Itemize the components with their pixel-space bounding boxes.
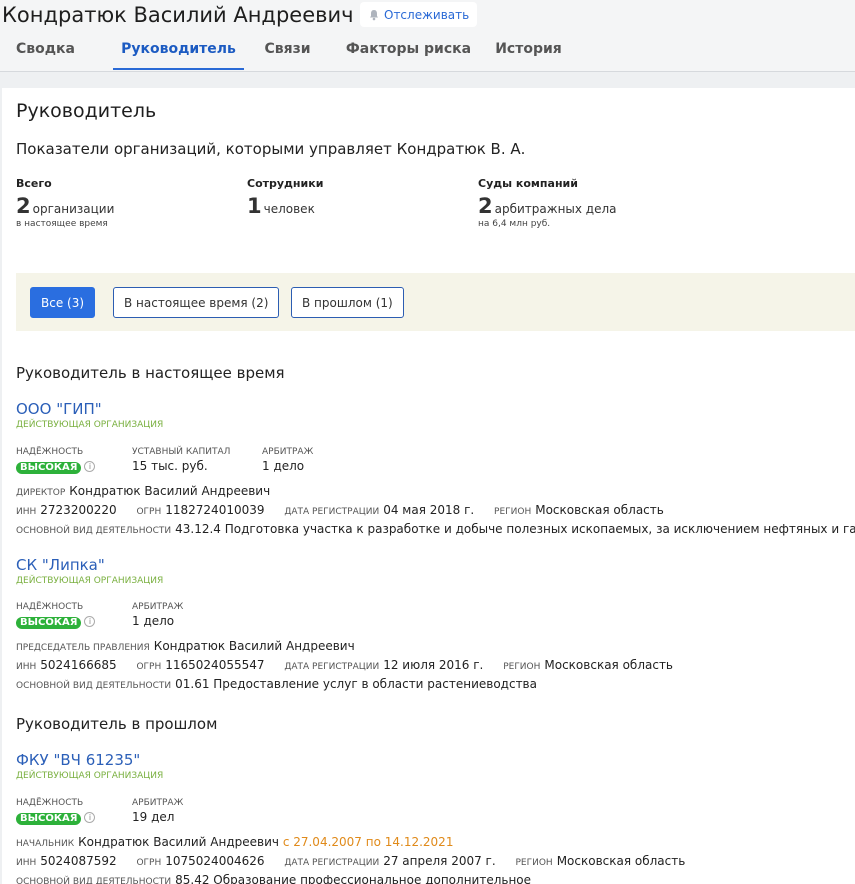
org-card: ФКУ "ВЧ 61235" ДЕЙСТВУЮЩАЯ ОРГАНИЗАЦИЯ Н… bbox=[16, 751, 855, 884]
content-panel: Руководитель Показатели организаций, кот… bbox=[2, 88, 855, 884]
stat-label: Суды компаний bbox=[478, 177, 578, 190]
reliability-label: НАДЁЖНОСТЬ bbox=[16, 602, 84, 612]
activity-label: ОСНОВНОЙ ВИД ДЕЯТЕЛЬНОСТИ bbox=[16, 681, 172, 691]
region-value: Московская область bbox=[535, 503, 664, 517]
stat-unit: арбитражных дела bbox=[494, 202, 617, 216]
filter-all-button[interactable]: Все (3) bbox=[30, 287, 96, 318]
section-title-past: Руководитель в прошлом bbox=[16, 715, 218, 733]
stat-number: 1 bbox=[247, 194, 262, 218]
page-header: Кондратюк Василий Андреевич Отслеживать … bbox=[0, 0, 855, 72]
inn-value: 5024166685 bbox=[40, 658, 117, 672]
role-label: ДИРЕКТОР bbox=[16, 488, 66, 498]
person-link[interactable]: Кондратюк Василий Андреевич bbox=[78, 835, 279, 849]
reg-date-value: 12 июля 2016 г. bbox=[383, 658, 484, 672]
page-title: Руководитель bbox=[16, 100, 157, 122]
org-status: ДЕЙСТВУЮЩАЯ ОРГАНИЗАЦИЯ bbox=[16, 420, 164, 430]
inn-label: ИНН bbox=[16, 858, 37, 868]
person-link[interactable]: Кондратюк Василий Андреевич bbox=[69, 484, 270, 498]
track-label: Отслеживать bbox=[384, 7, 470, 22]
role-label: НАЧАЛЬНИК bbox=[16, 839, 75, 849]
person-link[interactable]: Кондратюк Василий Андреевич bbox=[154, 639, 355, 653]
arbitration-label: АРБИТРАЖ bbox=[132, 798, 184, 808]
tab-summary[interactable]: Сводка bbox=[16, 37, 113, 70]
filter-past-button[interactable]: В прошлом (1) bbox=[291, 287, 404, 318]
reg-date-value: 27 апреля 2007 г. bbox=[383, 854, 496, 868]
activity-label: ОСНОВНОЙ ВИД ДЕЯТЕЛЬНОСТИ bbox=[16, 526, 172, 536]
info-icon[interactable]: i bbox=[84, 616, 96, 627]
bell-icon bbox=[370, 9, 378, 20]
filter-current-button[interactable]: В настоящее время (2) bbox=[113, 287, 280, 318]
region-label: РЕГИОН bbox=[515, 858, 553, 868]
org-status: ДЕЙСТВУЮЩАЯ ОРГАНИЗАЦИЯ bbox=[16, 771, 164, 781]
stat-note: на 6,4 млн руб. bbox=[478, 219, 551, 229]
tab-manager[interactable]: Руководитель bbox=[113, 37, 244, 70]
stat-number: 2 bbox=[16, 194, 31, 218]
ogrn-value: 1165024055547 bbox=[165, 658, 265, 672]
arbitration-value: 1 дело bbox=[132, 614, 175, 628]
capital-value: 15 тыс. руб. bbox=[132, 459, 208, 473]
ogrn-label: ОГРН bbox=[136, 662, 162, 672]
tab-connections[interactable]: Связи bbox=[244, 37, 331, 70]
activity-value: 85.42 Образование профессиональное допол… bbox=[175, 873, 532, 884]
stat-label: Сотрудники bbox=[247, 177, 324, 190]
org-status: ДЕЙСТВУЮЩАЯ ОРГАНИЗАЦИЯ bbox=[16, 576, 164, 586]
inn-label: ИНН bbox=[16, 662, 37, 672]
person-name: Кондратюк Василий Андреевич bbox=[2, 3, 354, 27]
ogrn-value: 1075024004626 bbox=[165, 854, 265, 868]
arbitration-value: 1 дело bbox=[262, 459, 305, 473]
region-label: РЕГИОН bbox=[503, 662, 541, 672]
org-name-link[interactable]: ФКУ "ВЧ 61235" bbox=[16, 751, 855, 769]
reg-date-value: 04 мая 2018 г. bbox=[383, 503, 475, 517]
org-name-link[interactable]: СК "Липка" bbox=[16, 556, 855, 574]
org-name-link[interactable]: ООО "ГИП" bbox=[16, 400, 855, 418]
stat-note: в настоящее время bbox=[16, 219, 108, 229]
ogrn-value: 1182724010039 bbox=[165, 503, 265, 517]
reg-date-label: ДАТА РЕГИСТРАЦИИ bbox=[284, 507, 380, 517]
activity-label: ОСНОВНОЙ ВИД ДЕЯТЕЛЬНОСТИ bbox=[16, 877, 172, 884]
capital-label: УСТАВНЫЙ КАПИТАЛ bbox=[132, 447, 231, 457]
stat-label: Всего bbox=[16, 177, 52, 190]
stat-unit: человек bbox=[263, 202, 315, 216]
filter-bar: Все (3) В настоящее время (2) В прошлом … bbox=[16, 273, 855, 331]
stat-total: Всего 2 организации в настоящее время bbox=[16, 177, 114, 229]
tab-risk-factors[interactable]: Факторы риска bbox=[331, 37, 486, 70]
ogrn-label: ОГРН bbox=[136, 507, 162, 517]
arbitration-value: 19 дел bbox=[132, 810, 175, 824]
reliability-label: НАДЁЖНОСТЬ bbox=[16, 798, 84, 808]
org-card: ООО "ГИП" ДЕЙСТВУЮЩАЯ ОРГАНИЗАЦИЯ НАДЁЖН… bbox=[16, 400, 855, 536]
reliability-badge: ВЫСОКАЯ bbox=[16, 617, 82, 629]
region-label: РЕГИОН bbox=[494, 507, 532, 517]
reliability-label: НАДЁЖНОСТЬ bbox=[16, 447, 84, 457]
arbitration-label: АРБИТРАЖ bbox=[262, 447, 314, 457]
info-icon[interactable]: i bbox=[84, 461, 96, 472]
info-icon[interactable]: i bbox=[84, 812, 96, 823]
region-value: Московская область bbox=[556, 854, 686, 868]
reg-date-label: ДАТА РЕГИСТРАЦИИ bbox=[284, 858, 380, 868]
stat-court-cases: Суды компаний 2 арбитражных дела на 6,4 м… bbox=[478, 177, 617, 229]
inn-value: 2723200220 bbox=[40, 503, 117, 517]
reg-date-label: ДАТА РЕГИСТРАЦИИ bbox=[284, 662, 380, 672]
tab-history[interactable]: История bbox=[486, 37, 571, 70]
arbitration-label: АРБИТРАЖ bbox=[132, 602, 184, 612]
ogrn-label: ОГРН bbox=[136, 858, 162, 868]
tenure-period: с 27.04.2007 по 14.12.2021 bbox=[282, 835, 454, 849]
stat-employees: Сотрудники 1 человек bbox=[247, 177, 323, 218]
org-card: СК "Липка" ДЕЙСТВУЮЩАЯ ОРГАНИЗАЦИЯ НАДЁЖ… bbox=[16, 556, 855, 691]
track-button[interactable]: Отслеживать bbox=[360, 2, 478, 27]
stat-unit: организации bbox=[32, 202, 115, 216]
reliability-badge: ВЫСОКАЯ bbox=[16, 813, 82, 825]
section-title-current: Руководитель в настоящее время bbox=[16, 364, 285, 382]
stat-number: 2 bbox=[478, 194, 493, 218]
reliability-badge: ВЫСОКАЯ bbox=[16, 462, 82, 474]
region-value: Московская область bbox=[544, 658, 674, 672]
role-label: ПРЕДСЕДАТЕЛЬ ПРАВЛЕНИЯ bbox=[16, 643, 150, 653]
activity-value: 43.12.4 Подготовка участка к разработке … bbox=[175, 522, 855, 536]
inn-label: ИНН bbox=[16, 507, 37, 517]
tab-bar: Сводка Руководитель Связи Факторы риска … bbox=[0, 37, 571, 71]
inn-value: 5024087592 bbox=[40, 854, 117, 868]
page-subtitle: Показатели организаций, которыми управля… bbox=[16, 140, 526, 158]
activity-value: 01.61 Предоставление услуг в области рас… bbox=[175, 677, 537, 691]
